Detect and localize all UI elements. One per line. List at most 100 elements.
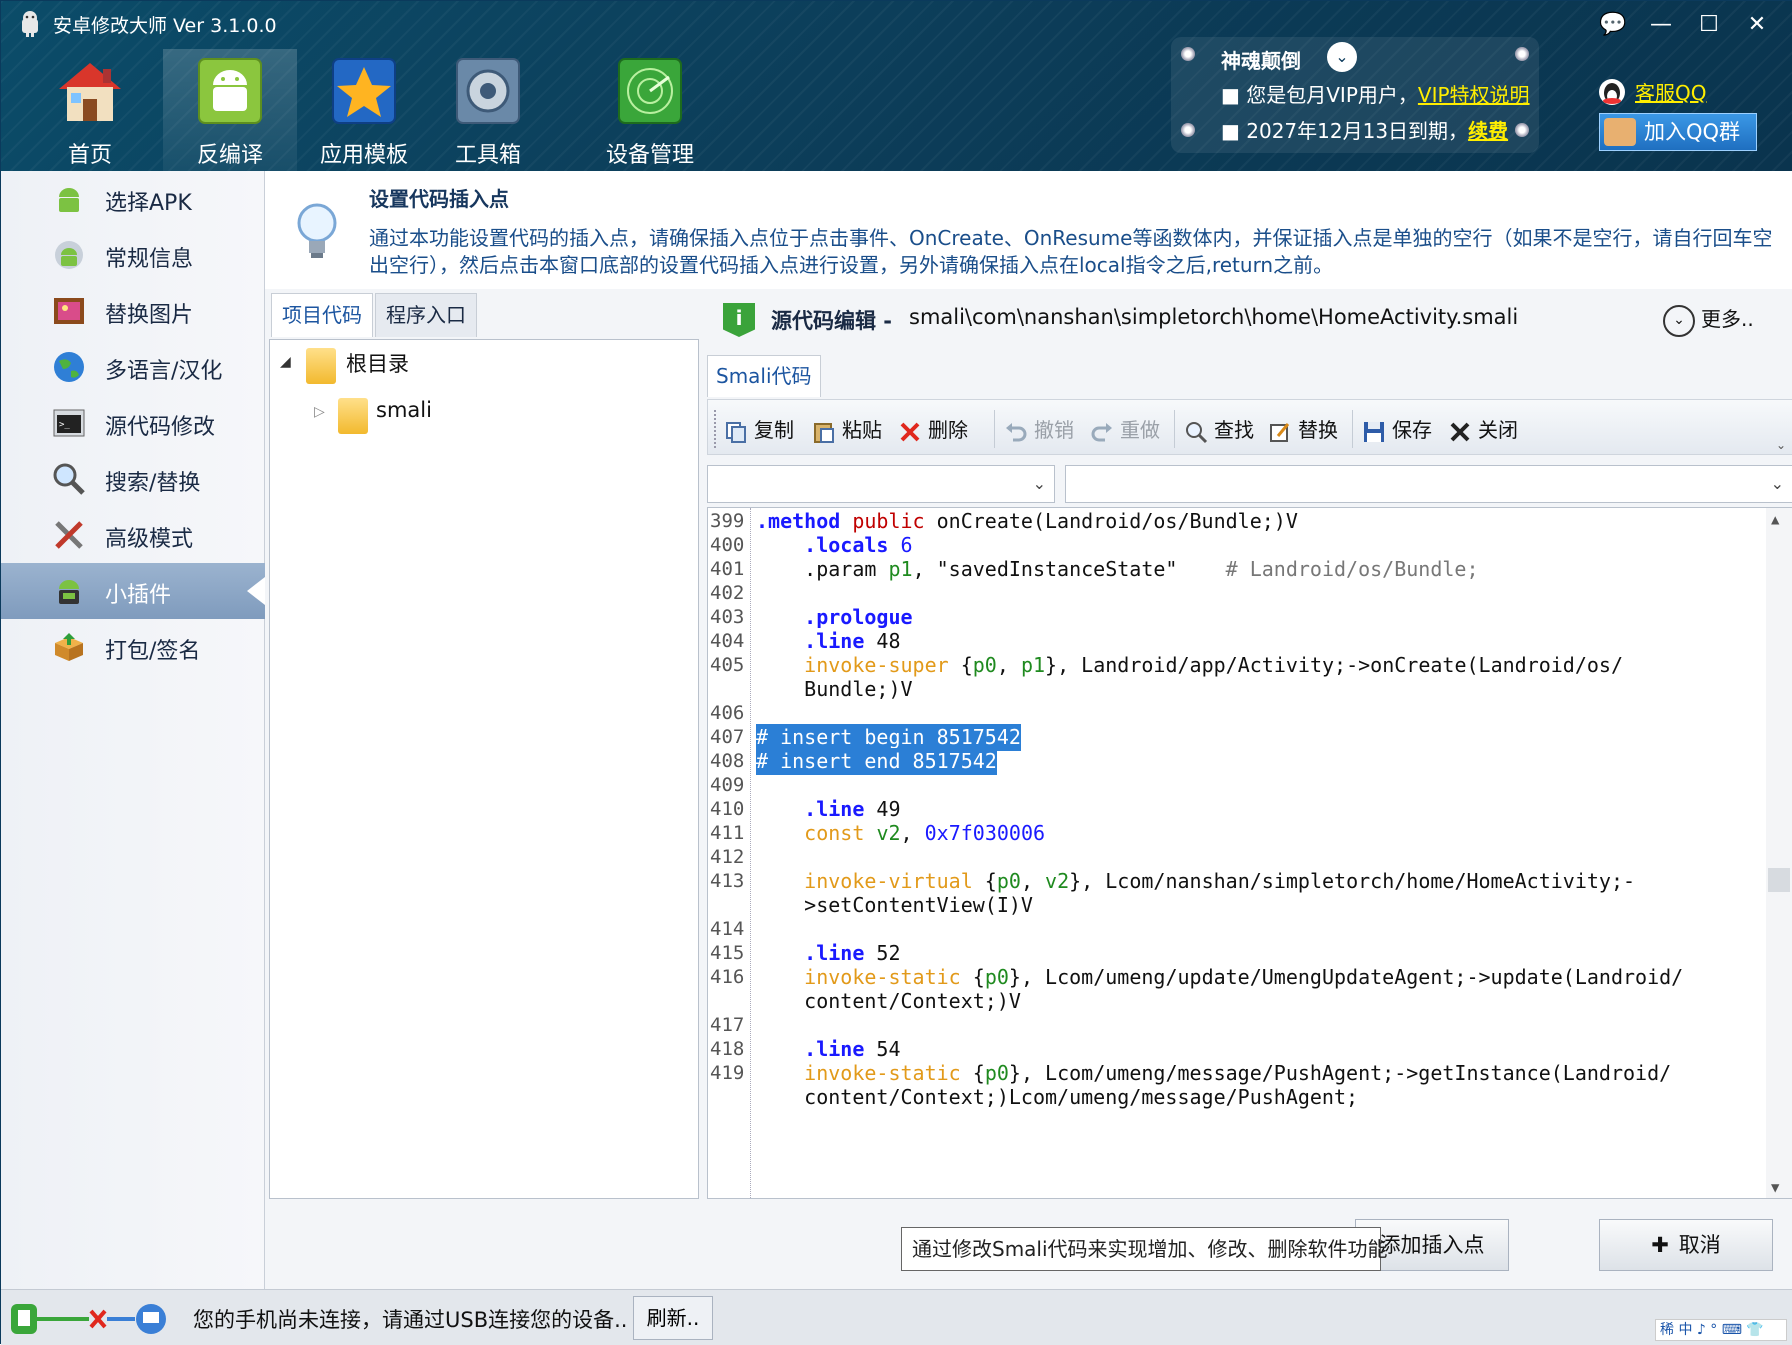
line-number: 406 bbox=[710, 702, 745, 724]
sidebar-item-advanced-mode[interactable]: 高级模式 bbox=[1, 507, 265, 563]
more-label: 更多.. bbox=[1701, 307, 1754, 331]
plus-icon: ✚ bbox=[1651, 1233, 1669, 1257]
connection-status-text: 您的手机尚未连接，请通过USB连接您的设备.. bbox=[193, 1308, 628, 1332]
sidebar-item-select-apk[interactable]: 选择APK bbox=[1, 171, 265, 227]
action-bar: 添加插入点 通过修改Smali代码来实现增加、修改、删除软件功能 ✚ 取消 bbox=[265, 1199, 1792, 1289]
sidebar-item-search-replace[interactable]: 搜索/替换 bbox=[1, 451, 265, 507]
code-token: .line bbox=[804, 941, 865, 965]
tab-project-code[interactable]: 项目代码 bbox=[271, 293, 373, 337]
feedback-icon[interactable]: 💬 bbox=[1593, 9, 1633, 39]
editor-scrollbar[interactable]: ▲ ▼ bbox=[1766, 508, 1792, 1198]
maximize-button[interactable]: ☐ bbox=[1689, 9, 1729, 39]
refresh-button[interactable]: 刷新.. bbox=[633, 1296, 713, 1340]
code-token: invoke-static bbox=[804, 1061, 961, 1085]
class-selector-dropdown[interactable]: ⌄ bbox=[707, 465, 1055, 503]
screw-icon bbox=[1181, 123, 1195, 137]
sidebar-item-label: 打包/签名 bbox=[105, 639, 201, 664]
code-token: invoke-virtual bbox=[804, 869, 973, 893]
radar-device-icon bbox=[618, 58, 682, 124]
sidebar-item-replace-image[interactable]: 替换图片 bbox=[1, 283, 265, 339]
sidebar-item-plugins[interactable]: 小插件 bbox=[1, 563, 265, 619]
code-editor[interactable]: 399 .method public onCreate(Landroid/os/B… bbox=[707, 507, 1792, 1199]
join-qq-group-button[interactable]: 加入QQ群 bbox=[1599, 113, 1757, 151]
delete-x-icon bbox=[900, 422, 920, 441]
line-number: 408 bbox=[710, 750, 745, 772]
code-token: , bbox=[1020, 869, 1046, 893]
nav-home[interactable]: 首页 bbox=[23, 49, 157, 171]
code-token: invoke-super bbox=[804, 653, 949, 677]
vip-privilege-link[interactable]: VIP特权说明 bbox=[1418, 83, 1530, 107]
tree-node-root[interactable]: 根目录 bbox=[346, 348, 409, 378]
nav-app-template[interactable]: 应用模板 bbox=[297, 49, 431, 171]
sidebar-item-label: 高级模式 bbox=[105, 527, 194, 552]
tab-program-entry[interactable]: 程序入口 bbox=[375, 293, 477, 337]
expand-arrow-icon[interactable]: ◢ bbox=[280, 354, 291, 370]
tree-node-smali[interactable]: smali bbox=[376, 398, 432, 422]
paste-button[interactable]: 粘贴 bbox=[812, 414, 882, 444]
android-decompile-icon bbox=[198, 58, 262, 124]
code-token: { bbox=[948, 653, 973, 677]
line-number: 415 bbox=[710, 942, 745, 964]
line-number: 418 bbox=[710, 1038, 745, 1060]
sidebar-item-general-info[interactable]: 常规信息 bbox=[1, 227, 265, 283]
code-token: v2 bbox=[876, 821, 901, 845]
more-button[interactable]: ⌄ 更多.. bbox=[1663, 303, 1754, 337]
sidebar-item-label: 常规信息 bbox=[105, 247, 194, 272]
code-token: public bbox=[852, 509, 925, 533]
tab-smali-code[interactable]: Smali代码 bbox=[707, 355, 821, 397]
code-token: , bbox=[900, 821, 925, 845]
copy-button[interactable]: 复制 bbox=[724, 414, 794, 444]
nav-toolbox[interactable]: 工具箱 bbox=[421, 49, 555, 171]
paste-icon bbox=[814, 422, 834, 443]
find-button[interactable]: 查找 bbox=[1184, 414, 1254, 444]
toolbar-overflow-icon[interactable]: ⌄ bbox=[1776, 438, 1786, 452]
delete-button[interactable]: 删除 bbox=[898, 414, 968, 444]
save-button[interactable]: 保存 bbox=[1362, 414, 1432, 444]
nav-label: 设备管理 bbox=[605, 143, 694, 168]
scroll-up-icon[interactable]: ▲ bbox=[1771, 512, 1779, 528]
code-token: 48 bbox=[864, 629, 901, 653]
sidebar-item-multilanguage[interactable]: 多语言/汉化 bbox=[1, 339, 265, 395]
toolbox-icon bbox=[456, 58, 520, 124]
sidebar-item-label: 小插件 bbox=[105, 583, 172, 608]
code-token: }, Lcom/umeng/message/PushAgent;->getIns… bbox=[1008, 1061, 1672, 1085]
package-icon bbox=[55, 633, 83, 661]
hint-title: 设置代码插入点 bbox=[369, 187, 509, 211]
customer-service-qq-link[interactable]: 客服QQ bbox=[1635, 77, 1706, 106]
redo-button[interactable]: 重做 bbox=[1090, 414, 1160, 444]
collapse-arrow-icon[interactable]: ▷ bbox=[314, 404, 325, 420]
app-window: 安卓修改大师 Ver 3.1.0.0 💬 — ☐ ✕ 首页 反编译 应用模板 工… bbox=[0, 0, 1792, 1345]
sidebar-item-source-code[interactable]: >_ 源代码修改 bbox=[1, 395, 265, 451]
scrollbar-thumb[interactable] bbox=[1768, 868, 1790, 892]
code-token: p0 bbox=[996, 869, 1021, 893]
file-tree: ◢ 根目录 ▷ smali bbox=[269, 339, 699, 1199]
nav-decompile[interactable]: 反编译 bbox=[163, 49, 297, 171]
undo-button[interactable]: 撤销 bbox=[1004, 414, 1074, 444]
project-panel: 项目代码 程序入口 ◢ 根目录 ▷ smali bbox=[265, 289, 701, 1199]
code-token: .param bbox=[804, 557, 889, 581]
chevron-down-icon[interactable]: ⌄ bbox=[1327, 42, 1357, 72]
close-editor-button[interactable]: 关闭 bbox=[1448, 414, 1518, 444]
cancel-button[interactable]: ✚ 取消 bbox=[1599, 1219, 1773, 1271]
sidebar-item-package-sign[interactable]: 打包/签名 bbox=[1, 619, 265, 675]
close-button[interactable]: ✕ bbox=[1737, 9, 1777, 39]
folder-icon bbox=[306, 348, 336, 384]
method-selector-dropdown[interactable]: ⌄ bbox=[1065, 465, 1792, 503]
code-token: 0x7f030006 bbox=[924, 821, 1046, 845]
minimize-button[interactable]: — bbox=[1641, 9, 1681, 39]
tools-icon bbox=[55, 521, 83, 549]
ime-toolbar[interactable]: 稀 中 ♪ ° ⌨ 👕 bbox=[1655, 1319, 1787, 1341]
copy-label: 复制 bbox=[754, 418, 794, 442]
scroll-down-icon[interactable]: ▼ bbox=[1771, 1180, 1779, 1196]
code-token: invoke-static bbox=[804, 965, 961, 989]
screw-icon bbox=[1515, 123, 1529, 137]
code-token: content/Context;)V bbox=[804, 989, 1021, 1013]
nav-label: 首页 bbox=[67, 143, 112, 168]
line-number: 412 bbox=[710, 846, 745, 868]
replace-button[interactable]: 替换 bbox=[1268, 414, 1338, 444]
android-icon bbox=[59, 188, 79, 212]
renew-link[interactable]: 续费 bbox=[1468, 119, 1508, 143]
star-template-icon bbox=[332, 58, 396, 124]
nav-device-manager[interactable]: 设备管理 bbox=[583, 49, 717, 171]
undo-icon bbox=[1006, 422, 1027, 441]
